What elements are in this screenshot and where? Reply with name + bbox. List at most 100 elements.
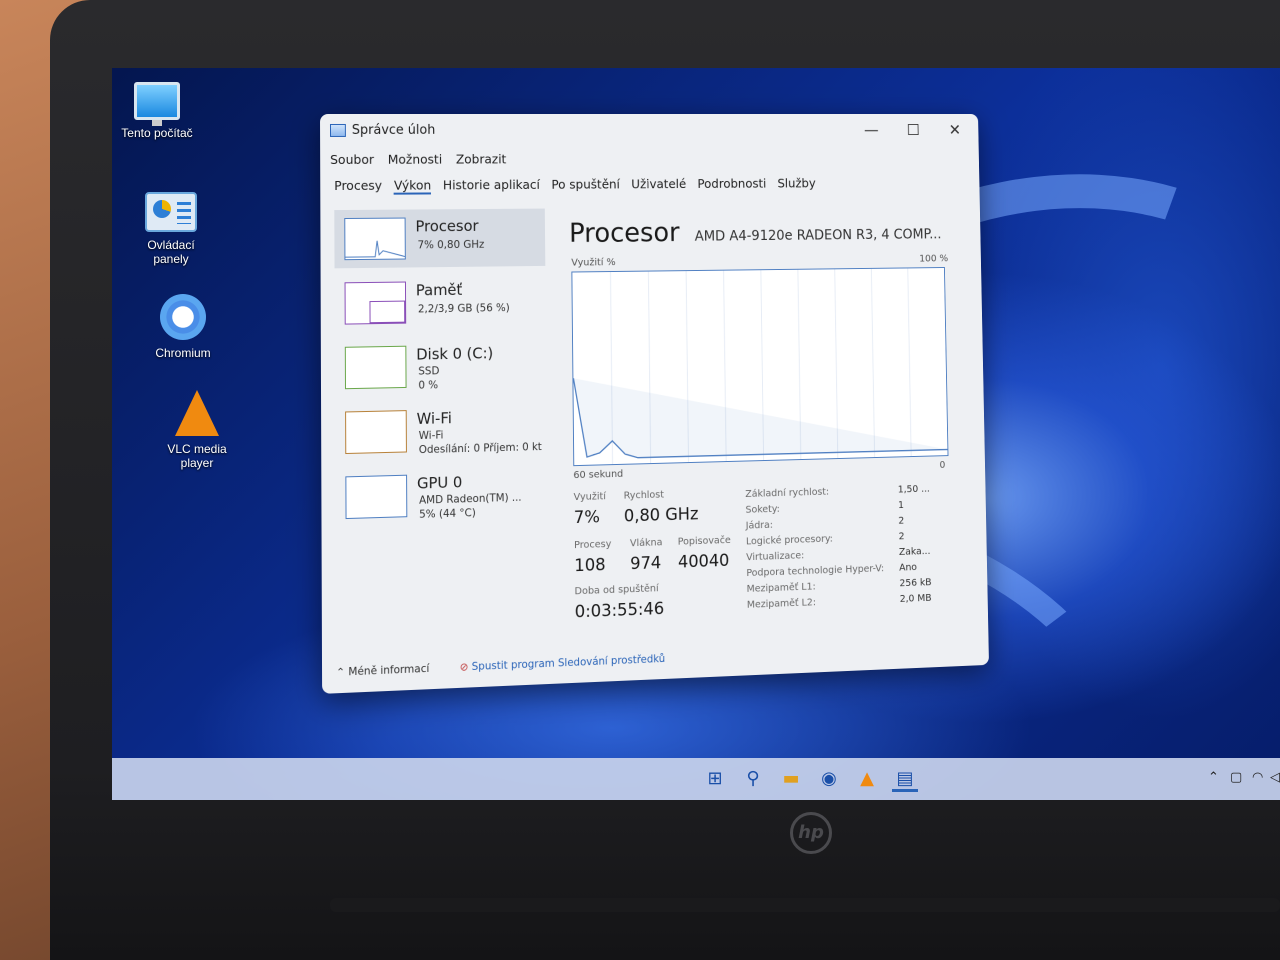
wifi-thumbnail-graph <box>345 410 407 455</box>
file-explorer-icon[interactable]: ▬ <box>778 766 804 792</box>
tab-startup[interactable]: Po spuštění <box>551 177 620 194</box>
control-panel-icon <box>145 192 197 232</box>
chromium-icon[interactable]: ◉ <box>816 766 842 792</box>
usage-value: 7% <box>573 507 600 529</box>
uptime-value: 0:03:55:46 <box>574 598 665 623</box>
sidebar-item-sub: Wi-Fi <box>418 429 444 443</box>
volume-icon[interactable]: ◁ <box>1270 770 1280 785</box>
sidebar-item-disk[interactable]: Disk 0 (C:) SSD 0 % <box>335 335 547 397</box>
tab-performance[interactable]: Výkon <box>393 177 432 195</box>
sidebar-item-sub: 0 % <box>418 379 439 392</box>
desktop-icon-chromium[interactable]: Chromium <box>128 294 238 360</box>
taskbar: ⊞ ⚲ ▬ ◉ ▲ ▤ ⌃ ▢ ◠ ◁ <box>112 758 1280 800</box>
minimize-button[interactable]: — <box>851 118 892 143</box>
sidebar-item-sub: SSD <box>418 365 440 378</box>
speed-value: 0,80 GHz <box>623 504 699 527</box>
desktop-icon-label: Tento počítač <box>121 126 193 140</box>
menu-options[interactable]: Možnosti <box>388 152 443 167</box>
processes-label: Procesy <box>574 538 612 552</box>
graph-y-label: Využití % <box>571 257 616 269</box>
vlc-icon[interactable]: ▲ <box>854 766 880 792</box>
laptop-hinge <box>330 898 1280 912</box>
graph-x-min-label: 0 <box>939 460 946 471</box>
detail-key: Virtualizace: <box>746 550 805 564</box>
less-info-label: Méně informací <box>348 662 430 679</box>
menu-view[interactable]: Zobrazit <box>456 151 507 166</box>
vlc-icon <box>175 390 219 436</box>
task-manager-icon <box>329 123 346 137</box>
desktop-icon-this-pc[interactable]: Tento počítač <box>112 82 212 140</box>
desktop-icon-control-panel[interactable]: Ovládací panely <box>116 192 226 266</box>
chevron-up-icon: ⌃ <box>336 666 349 679</box>
resource-monitor-link[interactable]: ⊘ Spustit program Sledování prostředků <box>460 653 666 674</box>
detail-value: Zaka... <box>898 546 931 558</box>
uptime-label: Doba od spuštění <box>574 583 659 598</box>
detail-value: 256 kB <box>899 577 932 590</box>
tray-window-icon[interactable]: ▢ <box>1230 770 1242 785</box>
detail-key: Podpora technologie Hyper-V: <box>746 563 885 580</box>
sidebar-item-memory[interactable]: Paměť 2,2/3,9 GB (56 %) <box>335 272 546 333</box>
detail-key: Mezipaměť L2: <box>746 597 817 611</box>
usage-label: Využití <box>573 491 607 504</box>
sidebar-item-sub: 7% 0,80 GHz <box>417 238 485 252</box>
tab-services[interactable]: Služby <box>777 176 815 193</box>
detail-value: Ano <box>899 562 918 574</box>
tab-app-history[interactable]: Historie aplikací <box>443 177 540 194</box>
cpu-usage-graph <box>571 267 948 467</box>
menu-bar: Soubor Možnosti Zobrazit <box>330 151 506 167</box>
sidebar-item-cpu[interactable]: Procesor 7% 0,80 GHz <box>334 208 546 269</box>
graph-grid-line <box>871 269 874 457</box>
chromium-icon <box>160 294 206 340</box>
handles-value: 40040 <box>677 550 730 573</box>
start-icon[interactable]: ⊞ <box>702 766 728 792</box>
sidebar-item-sub: Odesílání: 0 Příjem: 0 kt <box>418 441 542 457</box>
graph-y-max-label: 100 % <box>919 253 949 265</box>
tab-processes[interactable]: Procesy <box>334 178 382 195</box>
graph-grid-line <box>908 268 911 456</box>
detail-value: 1 <box>898 500 905 512</box>
detail-key: Jádra: <box>745 519 774 532</box>
sidebar-item-name: GPU 0 <box>416 473 463 493</box>
sidebar-item-name: Paměť <box>415 280 463 300</box>
sidebar-item-gpu[interactable]: GPU 0 AMD Radeon(TM) ... 5% (44 °C) <box>335 463 547 528</box>
chevron-up-icon[interactable]: ⌃ <box>1208 770 1219 785</box>
processes-value: 108 <box>574 555 606 577</box>
tab-users[interactable]: Uživatelé <box>631 176 686 193</box>
sidebar-item-name: Wi-Fi <box>416 409 452 429</box>
task-manager-icon[interactable]: ▤ <box>892 766 918 792</box>
title-bar[interactable]: Správce úloh — ☐ ✕ <box>320 114 979 148</box>
graph-x-label: 60 sekund <box>573 468 624 482</box>
memory-thumbnail-graph <box>344 281 407 325</box>
task-manager-window: Správce úloh — ☐ ✕ Soubor Možnosti Zobra… <box>320 114 989 694</box>
detail-value: 2 <box>898 515 905 527</box>
sidebar-item-sub: 5% (44 °C) <box>419 507 476 521</box>
threads-label: Vlákna <box>629 537 663 550</box>
desktop-icon-label: Ovládací panely <box>147 238 195 266</box>
desktop-icon-label: Chromium <box>155 346 211 360</box>
cpu-model-name: AMD A4-9120e RADEON R3, 4 COMP... <box>694 226 942 245</box>
performance-sidebar: Procesor 7% 0,80 GHz Paměť 2,2/3,9 GB (5… <box>334 208 552 555</box>
sidebar-item-name: Disk 0 (C:) <box>416 344 494 364</box>
threads-value: 974 <box>630 553 662 575</box>
tab-bar: Procesy Výkon Historie aplikací Po spušt… <box>334 176 816 195</box>
computer-icon <box>134 82 180 126</box>
search-icon[interactable]: ⚲ <box>740 766 766 792</box>
maximize-button[interactable]: ☐ <box>893 118 933 143</box>
tab-details[interactable]: Podrobnosti <box>697 176 766 193</box>
detail-key: Sokety: <box>745 503 780 516</box>
close-button[interactable]: ✕ <box>935 118 975 143</box>
window-title: Správce úloh <box>351 122 436 138</box>
sidebar-item-wifi[interactable]: Wi-Fi Wi-Fi Odesílání: 0 Příjem: 0 kt <box>335 399 547 462</box>
resource-monitor-label: Spustit program Sledování prostředků <box>471 652 666 674</box>
disk-thumbnail-graph <box>344 345 407 390</box>
menu-file[interactable]: Soubor <box>330 152 374 167</box>
page-title: Procesor <box>568 217 680 249</box>
desktop-icon-vlc[interactable]: VLC media player <box>142 390 252 470</box>
detail-key: Mezipaměť L1: <box>746 581 816 595</box>
sidebar-item-sub: AMD Radeon(TM) ... <box>419 491 522 507</box>
cpu-usage-line <box>573 371 947 460</box>
cpu-usage-chart <box>572 268 947 465</box>
detail-key: Základní rychlost: <box>745 486 830 500</box>
wifi-icon[interactable]: ◠ <box>1252 770 1263 785</box>
less-info-toggle[interactable]: ⌃ Méně informací <box>336 663 429 679</box>
